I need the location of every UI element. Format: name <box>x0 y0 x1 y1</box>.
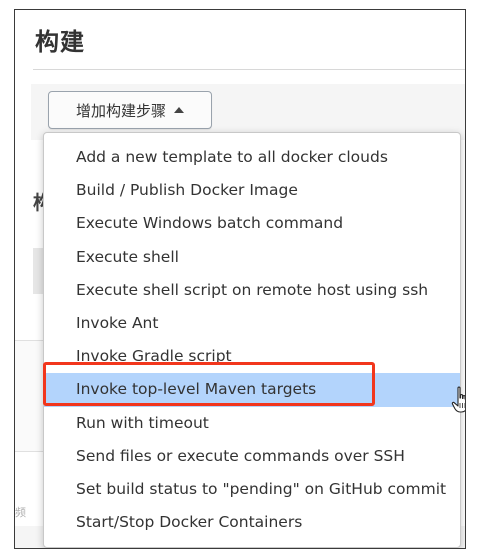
title-divider <box>33 69 465 70</box>
menu-item-invoke-ant[interactable]: Invoke Ant <box>44 307 460 340</box>
menu-item-run-with-timeout[interactable]: Run with timeout <box>44 407 460 440</box>
page-title: 构建 <box>35 28 85 56</box>
menu-item-execute-shell[interactable]: Execute shell <box>44 241 460 274</box>
menu-item-execute-windows-batch[interactable]: Execute Windows batch command <box>44 207 460 240</box>
hand-pointer-icon <box>451 386 465 413</box>
menu-item-invoke-maven[interactable]: Invoke top-level Maven targets <box>44 373 460 407</box>
add-build-step-label: 增加构建步骤 <box>75 101 166 120</box>
menu-item-invoke-gradle[interactable]: Invoke Gradle script <box>44 340 460 373</box>
add-build-step-button[interactable]: 增加构建步骤 <box>48 91 212 129</box>
menu-item-set-github-status[interactable]: Set build status to "pending" on GitHub … <box>44 473 460 506</box>
background-faint-text: 频 <box>15 506 26 519</box>
screenshot-frame: 构建 增加构建步骤 构 频 Add a new template to all … <box>14 9 466 549</box>
menu-item-start-stop-docker[interactable]: Start/Stop Docker Containers <box>44 506 460 539</box>
menu-item-add-docker-template[interactable]: Add a new template to all docker clouds <box>44 141 460 174</box>
menu-item-build-publish-docker[interactable]: Build / Publish Docker Image <box>44 174 460 207</box>
menu-item-execute-remote-ssh[interactable]: Execute shell script on remote host usin… <box>44 274 460 307</box>
build-step-dropdown: Add a new template to all docker clouds … <box>43 132 461 548</box>
caret-up-icon <box>174 107 184 113</box>
menu-item-send-files-ssh[interactable]: Send files or execute commands over SSH <box>44 440 460 473</box>
background-panel <box>15 340 45 452</box>
